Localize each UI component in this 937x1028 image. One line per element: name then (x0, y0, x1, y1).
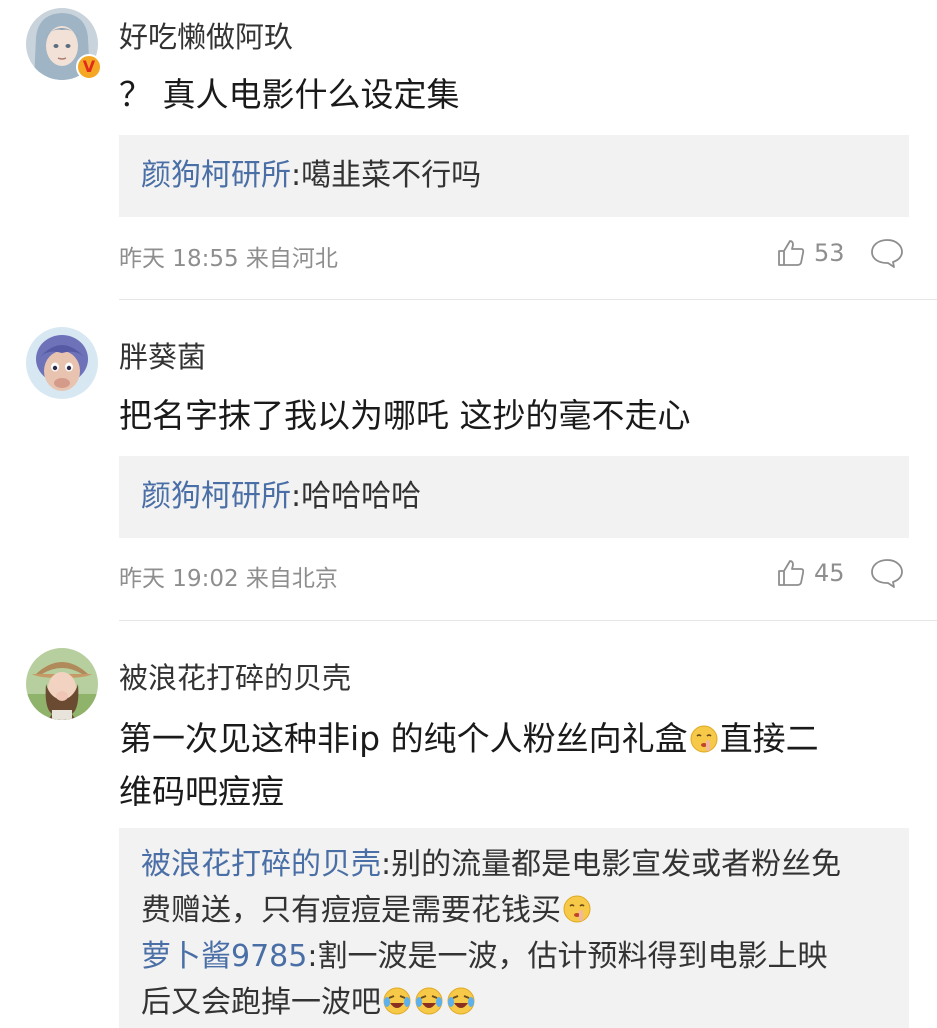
reply-text: 噶韭菜不行吗 (301, 158, 482, 193)
photo-avatar-icon[interactable] (26, 648, 98, 720)
reply-separator: : (307, 939, 318, 974)
like-button[interactable]: 45 (776, 557, 845, 589)
reply-box[interactable]: 颜狗柯研所:噶韭菜不行吗 (119, 135, 909, 217)
reply-text: 割一波是一波，估计预料得到电影上映 (317, 939, 828, 974)
comment-item: 胖葵菌 把名字抹了我以为哪吒 这抄的毫不走心 颜狗柯研所:哈哈哈哈 昨天 19:… (0, 300, 937, 621)
reply-author[interactable]: 颜狗柯研所 (141, 479, 291, 514)
reply-separator: : (381, 847, 392, 882)
reply-author[interactable]: 被浪花打碎的贝壳 (141, 847, 381, 882)
shush-emoji-icon (690, 725, 718, 753)
comment-meta: 昨天 19:02 来自北京 (119, 566, 338, 592)
like-count: 45 (814, 559, 845, 587)
reply-item: 被浪花打碎的贝壳:别的流量都是电影宣发或者粉丝免 费赠送，只有痘痘是需要花钱买 (141, 842, 889, 934)
comment-text: 把名字抹了我以为哪吒 这抄的毫不走心 (119, 396, 691, 435)
cartoon-avatar-icon[interactable] (26, 327, 98, 399)
reply-text: 后又会跑掉一波吧 (141, 985, 381, 1020)
reply-box[interactable]: 被浪花打碎的贝壳:别的流量都是电影宣发或者粉丝免 费赠送，只有痘痘是需要花钱买 … (119, 828, 909, 1028)
reply-item: 颜狗柯研所:哈哈哈哈 (141, 456, 889, 538)
comment-meta: 昨天 18:55 来自河北 (119, 246, 338, 272)
comment-bubble-icon[interactable] (870, 238, 904, 268)
like-button[interactable]: 53 (776, 237, 845, 269)
laugh-cry-emoji-icon (383, 987, 411, 1015)
comment-username[interactable]: 胖葵菌 (119, 334, 206, 376)
reply-author[interactable]: 颜狗柯研所 (141, 158, 291, 193)
shush-emoji-icon (563, 895, 591, 923)
comment-item: 被浪花打碎的贝壳 第一次见这种非ip 的纯个人粉丝向礼盒 直接二 维码吧痘痘 被浪… (0, 621, 937, 1028)
verified-badge-icon: V (76, 54, 102, 80)
comment-text-line: 维码吧痘痘 (119, 772, 284, 811)
reply-item: 萝卜酱9785:割一波是一波，估计预料得到电影上映 后又会跑掉一波吧 (141, 934, 889, 1026)
comment-username[interactable]: 被浪花打碎的贝壳 (119, 655, 351, 697)
comment-text: ？ 真人电影什么设定集 (119, 75, 460, 114)
reply-text: 费赠送，只有痘痘是需要花钱买 (141, 893, 561, 928)
laugh-cry-emoji-icon (447, 987, 475, 1015)
reply-text: 哈哈哈哈 (301, 479, 422, 514)
reply-text: 别的流量都是电影宣发或者粉丝免 (391, 847, 842, 882)
thumbs-up-icon (778, 560, 805, 586)
thumbs-up-icon (778, 240, 805, 266)
reply-box[interactable]: 颜狗柯研所:哈哈哈哈 (119, 456, 909, 538)
comment-bubble-icon[interactable] (870, 558, 904, 588)
like-count: 53 (814, 239, 845, 267)
comment-text-line: 直接二 (719, 719, 819, 758)
reply-item: 颜狗柯研所:噶韭菜不行吗 (141, 135, 889, 217)
reply-author[interactable]: 萝卜酱9785 (141, 939, 307, 974)
comment-item: V 好吃懒做阿玖 ？ 真人电影什么设定集 颜狗柯研所:噶韭菜不行吗 昨天 18:… (0, 0, 937, 300)
reply-separator: : (291, 158, 302, 193)
comment-username[interactable]: 好吃懒做阿玖 (119, 14, 293, 56)
laugh-cry-emoji-icon (415, 987, 443, 1015)
comment-text: 第一次见这种非ip 的纯个人粉丝向礼盒 直接二 维码吧痘痘 (119, 712, 909, 818)
reply-separator: : (291, 479, 302, 514)
comment-text-line: 第一次见这种非ip 的纯个人粉丝向礼盒 (119, 719, 688, 758)
